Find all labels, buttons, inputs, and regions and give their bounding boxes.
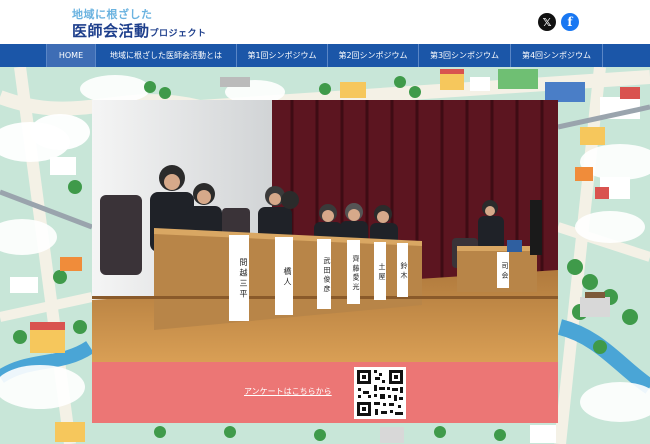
logo-title-main: 医師会活動 <box>72 22 150 40</box>
nav-symposium-4[interactable]: 第4回シンポジウム <box>511 44 603 67</box>
nav-symposium-2[interactable]: 第2回シンポジウム <box>328 44 419 67</box>
nameplate: 橋 人 <box>275 237 293 315</box>
nav-symposium-3[interactable]: 第3回シンポジウム <box>419 44 511 67</box>
site-logo[interactable]: 地域に根ざした 医師会活動プロジェクト <box>72 6 206 40</box>
symposium-photo-illustration <box>92 100 558 362</box>
nav-home[interactable]: HOME <box>46 44 96 67</box>
main-nav: HOME 地域に根ざした医師会活動とは 第1回シンポジウム 第2回シンポジウム … <box>0 44 650 67</box>
podium-sign: 司 会 <box>497 252 509 288</box>
logo-title-sub: プロジェクト <box>149 29 207 39</box>
x-icon[interactable]: 𝕏 <box>538 13 556 31</box>
nameplate: 鈴 木 <box>397 243 408 297</box>
nameplate: 武 田 俊 彦 <box>317 239 331 309</box>
nav-symposium-1[interactable]: 第1回シンポジウム <box>237 44 328 67</box>
nameplate: 土 屋 <box>374 242 386 300</box>
qr-code-icon <box>354 367 406 419</box>
symposium-photo: 問 越 三 平 橋 人 武 田 俊 彦 齊 藤 愛 光 土 屋 鈴 木 司 会 <box>92 100 558 362</box>
survey-link[interactable]: アンケートはこちらから <box>244 386 332 397</box>
nameplate: 齊 藤 愛 光 <box>347 240 360 304</box>
nav-about[interactable]: 地域に根ざした医師会活動とは <box>96 44 237 67</box>
nameplate: 問 越 三 平 <box>229 235 249 321</box>
logo-title: 医師会活動プロジェクト <box>72 20 207 41</box>
site-header: 地域に根ざした 医師会活動プロジェクト 𝕏 f <box>0 0 650 44</box>
facebook-icon[interactable]: f <box>561 13 579 31</box>
survey-banner: アンケートはこちらから <box>92 362 558 423</box>
survey-qr-code[interactable] <box>354 367 406 419</box>
